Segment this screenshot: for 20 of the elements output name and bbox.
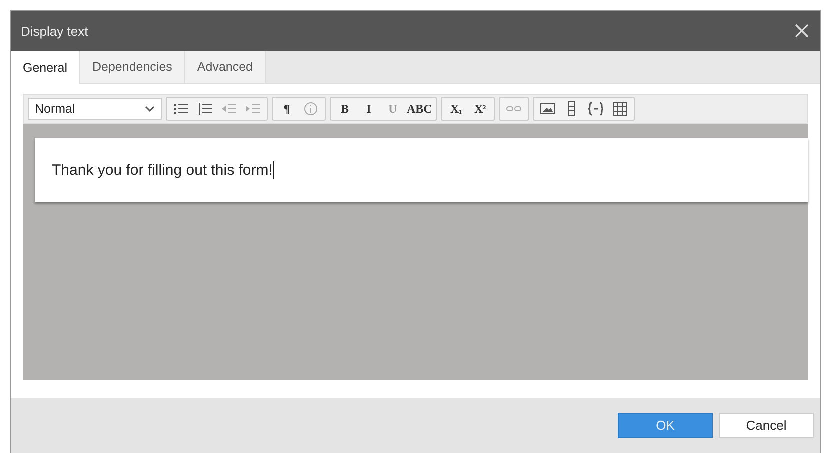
image-icon xyxy=(540,101,556,117)
code-icon xyxy=(588,101,604,117)
tab[interactable]: General xyxy=(11,51,80,84)
tab[interactable]: Dependencies xyxy=(80,51,186,83)
format-dropdown[interactable]: Normal xyxy=(28,98,162,120)
toolbar-button[interactable]: B xyxy=(333,98,357,120)
cancel-button[interactable]: Cancel xyxy=(719,413,814,438)
window-title: Display text xyxy=(21,24,88,38)
table-icon xyxy=(612,101,628,117)
tab[interactable]: Advanced xyxy=(185,51,266,83)
chevron-icon xyxy=(145,106,155,112)
toolbar-button[interactable]: ¶ xyxy=(275,98,299,120)
document-page[interactable]: Thank you for filling out this form! xyxy=(35,138,808,202)
toolbar-button[interactable]: I xyxy=(357,98,381,120)
numbers-icon xyxy=(197,101,213,117)
close-icon[interactable] xyxy=(794,23,810,39)
bullets-icon xyxy=(173,101,189,117)
toolbar-button[interactable]: ABC xyxy=(405,98,434,120)
document-text: Thank you for filling out this form! xyxy=(52,162,273,178)
info-icon xyxy=(303,101,319,117)
